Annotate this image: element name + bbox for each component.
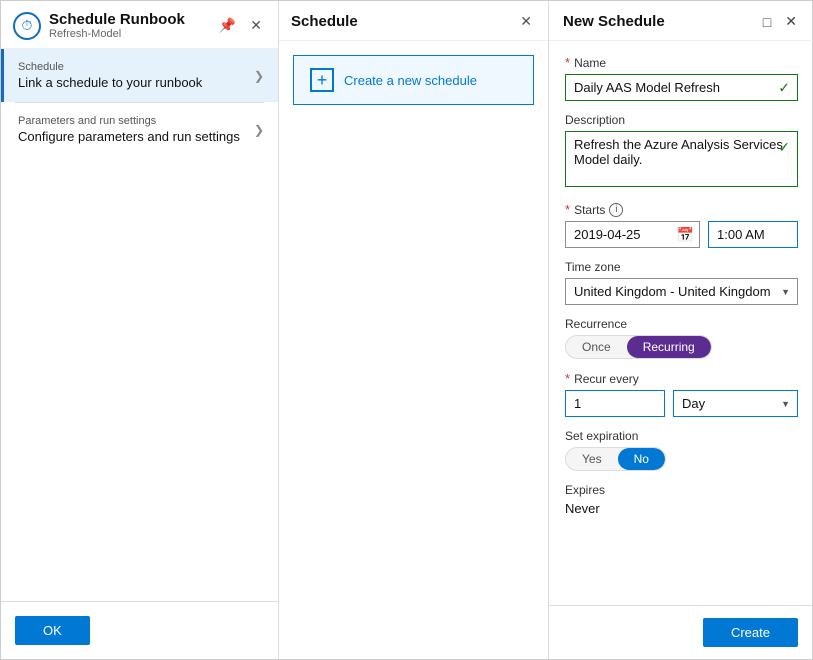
once-option[interactable]: Once — [566, 336, 627, 358]
name-check-icon: ✓ — [778, 79, 790, 96]
nav-item-params-text: Parameters and run settings Configure pa… — [18, 115, 254, 144]
description-group: Description Refresh the Azure Analysis S… — [565, 113, 798, 190]
create-button[interactable]: Create — [703, 618, 798, 647]
nav-item-params[interactable]: Parameters and run settings Configure pa… — [1, 103, 278, 156]
timezone-group: Time zone United Kingdom - United Kingdo… — [565, 260, 798, 305]
expires-value: Never — [565, 501, 798, 516]
recur-every-group: * Recur every Day Week Month Hour — [565, 371, 798, 417]
nav-item-schedule[interactable]: Schedule Link a schedule to your runbook… — [1, 49, 278, 102]
date-input-wrap: 📅 — [565, 221, 700, 248]
starts-label: * Starts i — [565, 202, 798, 217]
panel1-subtitle: Refresh-Model — [49, 28, 207, 40]
expiration-label: Set expiration — [565, 429, 798, 443]
panel3-header-left: New Schedule — [563, 13, 665, 30]
recur-unit-select[interactable]: Day Week Month Hour — [673, 390, 798, 417]
ok-button[interactable]: OK — [15, 616, 90, 645]
nav-item-schedule-label: Schedule — [18, 61, 254, 73]
panel1-footer: OK — [1, 601, 278, 659]
recur-unit-select-wrap: Day Week Month Hour — [673, 390, 798, 417]
recur-every-label: * Recur every — [565, 371, 798, 386]
recurring-option[interactable]: Recurring — [627, 336, 711, 358]
name-group: * Name ✓ — [565, 55, 798, 101]
starts-label-text: Starts — [574, 203, 605, 217]
panel3-title: New Schedule — [563, 13, 665, 30]
name-label-text: Name — [574, 56, 606, 70]
expires-group: Expires Never — [565, 483, 798, 516]
description-input[interactable]: Refresh the Azure Analysis Services Mode… — [565, 131, 798, 187]
timezone-label: Time zone — [565, 260, 798, 274]
maximize-button[interactable]: □ — [758, 11, 776, 32]
panel3-header-actions: □ ✕ — [758, 11, 802, 32]
nav-item-params-arrow: ❯ — [254, 123, 264, 137]
close-panel2-button[interactable]: ✕ — [516, 11, 536, 32]
panel1-nav: Schedule Link a schedule to your runbook… — [1, 49, 278, 601]
panel3-header: New Schedule □ ✕ — [549, 1, 813, 41]
panel1-header: ⏱ Schedule Runbook Refresh-Model 📌 ✕ — [1, 1, 278, 49]
name-label: * Name — [565, 55, 798, 70]
nav-item-params-label: Parameters and run settings — [18, 115, 254, 127]
recurrence-toggle: Once Recurring — [565, 335, 712, 359]
panel1-title: Schedule Runbook — [49, 11, 207, 28]
schedule-panel: Schedule ✕ + Create a new schedule — [279, 1, 549, 659]
panel3-body: * Name ✓ Description Refresh the Azure A… — [549, 41, 813, 605]
timezone-select[interactable]: United Kingdom - United Kingdom Time UTC… — [565, 278, 798, 305]
create-schedule-button[interactable]: + Create a new schedule — [293, 55, 534, 105]
panel1-header-actions: 📌 ✕ — [215, 15, 266, 36]
description-label-text: Description — [565, 113, 798, 127]
close-panel3-button[interactable]: ✕ — [780, 11, 802, 32]
recur-every-label-text: Recur every — [574, 372, 639, 386]
panel2-body: + Create a new schedule — [279, 41, 548, 659]
recurrence-group: Recurrence Once Recurring — [565, 317, 798, 359]
pin-button[interactable]: 📌 — [215, 15, 240, 36]
runbook-icon: ⏱ — [13, 12, 41, 40]
timezone-select-wrap: United Kingdom - United Kingdom Time UTC… — [565, 278, 798, 305]
nav-item-schedule-arrow: ❯ — [254, 69, 264, 83]
recur-required-star: * — [565, 371, 570, 386]
panel1-title-group: Schedule Runbook Refresh-Model — [49, 11, 207, 40]
no-option[interactable]: No — [618, 448, 665, 470]
name-input[interactable] — [565, 74, 798, 101]
schedule-runbook-panel: ⏱ Schedule Runbook Refresh-Model 📌 ✕ Sch… — [1, 1, 279, 659]
starts-group: * Starts i 📅 — [565, 202, 798, 248]
create-schedule-label: Create a new schedule — [344, 73, 477, 88]
new-schedule-panel: New Schedule □ ✕ * Name ✓ Desc — [549, 1, 813, 659]
create-icon: + — [310, 68, 334, 92]
starts-row: 📅 — [565, 221, 798, 248]
yes-option[interactable]: Yes — [566, 448, 618, 470]
time-input[interactable] — [708, 221, 798, 248]
panel3-footer: Create — [549, 605, 813, 659]
nav-item-schedule-value: Link a schedule to your runbook — [18, 75, 254, 90]
name-input-wrap: ✓ — [565, 74, 798, 101]
description-input-wrap: Refresh the Azure Analysis Services Mode… — [565, 131, 798, 190]
panel2-title: Schedule — [291, 13, 358, 30]
recurrence-label: Recurrence — [565, 317, 798, 331]
nav-item-params-value: Configure parameters and run settings — [18, 129, 254, 144]
starts-info-icon: i — [609, 203, 623, 217]
nav-item-schedule-text: Schedule Link a schedule to your runbook — [18, 61, 254, 90]
recur-row: Day Week Month Hour — [565, 390, 798, 417]
starts-required-star: * — [565, 202, 570, 217]
expiration-toggle: Yes No — [565, 447, 666, 471]
name-required-star: * — [565, 55, 570, 70]
date-input[interactable] — [565, 221, 700, 248]
close-panel1-button[interactable]: ✕ — [246, 15, 266, 36]
expiration-group: Set expiration Yes No — [565, 429, 798, 471]
recur-number-input[interactable] — [565, 390, 665, 417]
expires-label: Expires — [565, 483, 798, 497]
description-check-icon: ✓ — [778, 139, 790, 156]
panel2-header: Schedule ✕ — [279, 1, 548, 41]
